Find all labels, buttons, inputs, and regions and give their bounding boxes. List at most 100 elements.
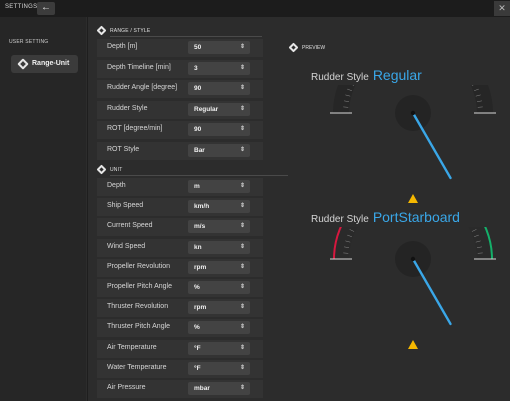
setting-value: mbar [194, 385, 210, 392]
up-down-chevron-icon: ⇕ [239, 64, 245, 71]
preview-header: PREVIEW [288, 42, 490, 53]
diamond-icon [288, 42, 299, 53]
gauge-pointer [408, 194, 418, 203]
gauge-pivot [410, 110, 416, 116]
unit-row: Air Temperature °F ⇕ [97, 339, 263, 358]
gauge-1-label: Rudder Style [311, 72, 369, 83]
gauge-2-label: Rudder Style [311, 214, 369, 225]
up-down-chevron-icon: ⇕ [239, 324, 245, 331]
unit-row: Wind Speed kn ⇕ [97, 238, 263, 257]
up-down-chevron-icon: ⇕ [239, 85, 245, 91]
divider [110, 175, 288, 176]
range-style-row: Rudder Angle [degree] 90 ⇕ [97, 80, 263, 98]
unit-row: Thruster Pitch Angle% ⇕ [97, 319, 263, 338]
setting-label: Propeller Pitch Angle [107, 283, 172, 290]
up-down-chevron-icon: ⇕ [239, 385, 245, 391]
unit-row: Propeller Revolution rpm ⇕ [97, 258, 263, 277]
setting-value: % [194, 284, 200, 291]
up-down-chevron-icon: ⇕ [239, 44, 245, 50]
sidebar: USER SETTING Range-Unit [0, 17, 86, 401]
window-title: SETTINGS [5, 4, 38, 10]
setting-select[interactable]: rpm ⇕ [188, 301, 250, 315]
preview-title: PREVIEW [302, 45, 326, 51]
setting-value: % [194, 324, 200, 332]
gauge-pointer [408, 340, 418, 349]
gauge-2-style: PortStarboard [372, 209, 460, 225]
setting-label: Rudder Style [107, 104, 148, 112]
unit-row: Thruster Revolution rpm ⇕ [97, 299, 263, 318]
setting-select[interactable]: mbar ⇕ [188, 382, 250, 395]
diamond-icon [96, 25, 107, 36]
setting-select[interactable]: 90 ⇕ [188, 123, 250, 136]
up-down-chevron-icon: ⇕ [239, 304, 245, 311]
setting-select[interactable]: °F ⇕ [188, 341, 250, 355]
setting-select[interactable]: % ⇕ [188, 281, 250, 294]
diamond-icon [17, 58, 29, 70]
setting-value: 3 [194, 64, 198, 72]
setting-label: ROT [degree/min] [107, 125, 163, 132]
gauge-2-title: Rudder Style PortStarboard [311, 209, 460, 227]
setting-value: rpm [194, 304, 207, 312]
setting-label: Depth [m] [107, 43, 138, 50]
range-style-row: ROT Style Bar ⇕ [97, 141, 263, 160]
setting-label: Propeller Revolution [107, 262, 171, 270]
gauge-pivot [410, 256, 416, 262]
setting-select[interactable]: m/s ⇕ [188, 220, 250, 234]
up-down-chevron-icon: ⇕ [239, 243, 245, 250]
setting-value: 50 [194, 44, 202, 51]
setting-value: °F [194, 364, 201, 372]
setting-label: Air Temperature [107, 343, 157, 351]
setting-select[interactable]: m ⇕ [188, 180, 250, 193]
setting-select[interactable]: 90 ⇕ [188, 82, 250, 95]
setting-select[interactable]: 3 ⇕ [188, 61, 250, 75]
setting-label: Thruster Revolution [107, 303, 169, 311]
diamond-icon [96, 164, 107, 175]
up-down-chevron-icon: ⇕ [239, 284, 245, 290]
setting-label: Current Speed [107, 222, 153, 230]
range-style-row: Depth Timeline [min] 3 ⇕ [97, 59, 263, 78]
setting-select[interactable]: Regular ⇕ [188, 102, 250, 116]
setting-value: m [194, 183, 200, 190]
up-down-chevron-icon: ⇕ [239, 364, 245, 371]
setting-value: 90 [194, 85, 202, 92]
title-bar: SETTINGS ← ✕ [0, 0, 510, 17]
range-style-row: Rudder Style Regular ⇕ [97, 100, 263, 119]
arrow-left-icon: ← [41, 2, 51, 13]
setting-select[interactable]: rpm ⇕ [188, 260, 250, 274]
setting-value: km/h [194, 203, 210, 211]
unit-row: Water Temperature °F ⇕ [97, 359, 263, 378]
sidebar-divider [87, 17, 88, 401]
setting-select[interactable]: °F ⇕ [188, 361, 250, 375]
divider [110, 36, 262, 37]
setting-label: Rudder Angle [degree] [107, 84, 178, 91]
setting-label: Air Pressure [107, 384, 146, 391]
rudder-gauge-portstarboard [330, 227, 496, 349]
setting-select[interactable]: km/h ⇕ [188, 200, 250, 214]
up-down-chevron-icon: ⇕ [239, 203, 245, 210]
setting-value: Regular [194, 105, 219, 113]
back-button[interactable]: ← [37, 2, 55, 15]
sidebar-item-range-unit[interactable]: Range-Unit [11, 55, 78, 73]
setting-label: Wind Speed [107, 242, 146, 250]
setting-label: Thruster Pitch Angle [107, 323, 171, 331]
close-button[interactable]: ✕ [494, 1, 510, 16]
setting-select[interactable]: kn ⇕ [188, 240, 250, 254]
setting-select[interactable]: % ⇕ [188, 321, 250, 335]
range-style-row: Depth [m] 50 ⇕ [97, 39, 263, 57]
setting-value: kn [194, 243, 202, 251]
range-style-title: RANGE / STYLE [110, 28, 151, 34]
up-down-chevron-icon: ⇕ [239, 183, 245, 189]
setting-select[interactable]: 50 ⇕ [188, 41, 250, 54]
setting-label: ROT Style [107, 145, 140, 153]
setting-value: rpm [194, 263, 207, 271]
gauge-needle [411, 111, 452, 180]
setting-value: 90 [194, 126, 202, 133]
range-style-row: ROT [degree/min] 90 ⇕ [97, 121, 263, 139]
unit-row: Ship Speed km/h ⇕ [97, 198, 263, 217]
gauge-needle [411, 257, 452, 326]
setting-label: Ship Speed [107, 202, 144, 210]
gauge-1-style: Regular [372, 67, 422, 83]
up-down-chevron-icon: ⇕ [239, 146, 245, 153]
setting-select[interactable]: Bar ⇕ [188, 143, 250, 157]
unit-title: UNIT [110, 167, 123, 173]
